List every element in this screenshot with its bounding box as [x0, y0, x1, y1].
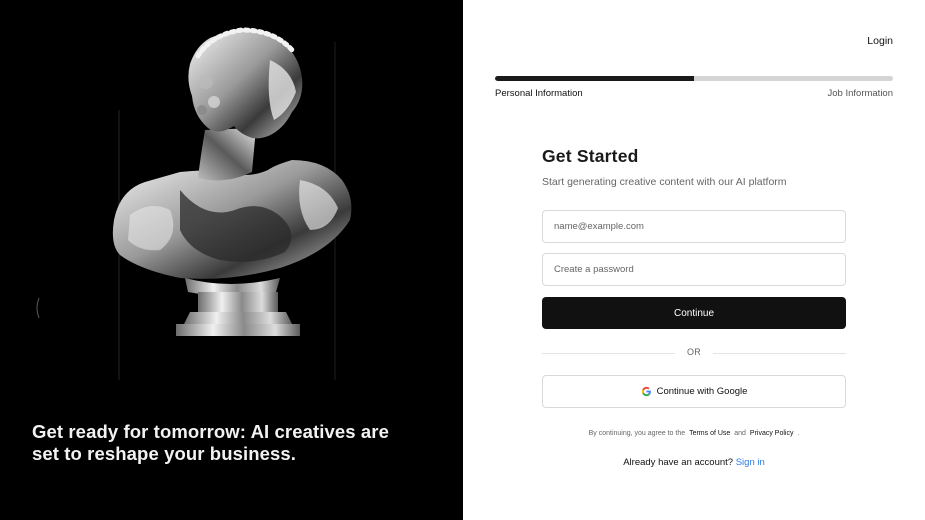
form-subtitle: Start generating creative content with o… [542, 176, 787, 188]
legal-suffix: . [797, 430, 800, 437]
sign-in-link[interactable]: Sign in [736, 457, 765, 468]
continue-button[interactable]: Continue [542, 297, 846, 329]
progress-bar-fill [495, 76, 694, 81]
google-button-label: Continue with Google [656, 386, 748, 397]
divider-label: OR [686, 347, 702, 357]
password-field[interactable] [542, 253, 846, 286]
signup-panel: Login Personal Information Job Informati… [463, 0, 925, 520]
signin-prompt: Already have an account? Sign in [542, 457, 846, 468]
hero-headline: Get ready for tomorrow: AI creatives are… [32, 421, 389, 464]
email-field[interactable] [542, 210, 846, 243]
password-input[interactable] [554, 264, 834, 275]
step-personal-information: Personal Information [495, 88, 583, 99]
hero-panel: Get ready for tomorrow: AI creatives are… [0, 0, 463, 520]
continue-with-google-button[interactable]: Continue with Google [542, 375, 846, 408]
divider-line-right [713, 353, 846, 354]
login-link[interactable]: Login [867, 35, 893, 47]
legal-and: and [734, 430, 746, 437]
google-icon [641, 386, 651, 397]
legal-notice: By continuing, you agree to the Terms of… [542, 430, 846, 437]
signin-prompt-text: Already have an account? [623, 457, 734, 468]
legal-prefix: By continuing, you agree to the [588, 430, 686, 437]
glass-bust-image [36, 27, 352, 380]
progress-bar [495, 76, 893, 81]
email-input[interactable] [554, 221, 834, 232]
or-divider: OR [542, 346, 846, 360]
form-title: Get Started [542, 146, 639, 166]
terms-of-use-link[interactable]: Terms of Use [689, 430, 730, 437]
step-job-information: Job Information [827, 88, 893, 99]
signup-form: Get Started Start generating creative co… [542, 146, 846, 468]
privacy-policy-link[interactable]: Privacy Policy [750, 430, 794, 437]
